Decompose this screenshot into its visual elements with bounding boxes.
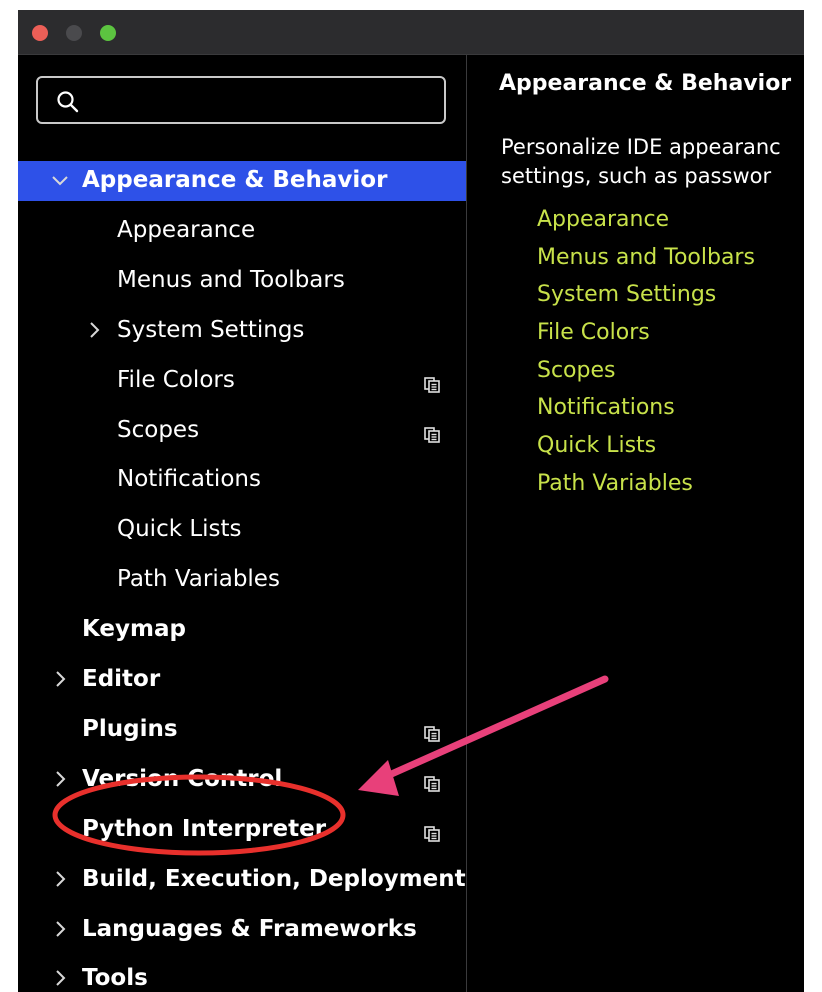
sidebar-item-scopes[interactable]: Scopes (18, 411, 466, 451)
minimize-button[interactable] (66, 25, 82, 41)
project-level-icon (424, 423, 440, 443)
project-level-icon (424, 722, 440, 742)
sidebar-item-appearance-and-behavior[interactable]: Appearance & Behavior (18, 161, 466, 201)
sidebar-item-label: Python Interpreter (82, 815, 327, 842)
page-title: Appearance & Behavior (499, 71, 792, 96)
content-link[interactable]: Quick Lists (537, 433, 755, 471)
zoom-button[interactable] (100, 25, 116, 41)
sidebar-item-label: Quick Lists (117, 516, 242, 543)
sidebar-item-label: Appearance & Behavior (82, 167, 388, 193)
sidebar-item-notifications[interactable]: Notifications (18, 460, 466, 500)
page-description: Personalize IDE appearanc settings, such… (501, 133, 781, 191)
content-panel: Appearance & Behavior Personalize IDE ap… (467, 55, 804, 992)
sidebar-item-label: Tools (82, 965, 148, 992)
sidebar-item-label: Path Variables (117, 566, 280, 593)
chevron-right-icon[interactable] (48, 966, 72, 990)
sidebar-item-build-execution-deployment[interactable]: Build, Execution, Deployment (18, 860, 466, 900)
sidebar-item-label: Appearance (117, 216, 256, 243)
sidebar-item-keymap[interactable]: Keymap (18, 610, 466, 650)
chevron-right-icon[interactable] (48, 767, 72, 791)
content-link[interactable]: Menus and Toolbars (537, 245, 755, 283)
content-link[interactable]: Scopes (537, 358, 755, 396)
chevron-right-icon[interactable] (48, 867, 72, 891)
close-button[interactable] (32, 25, 48, 41)
search-input[interactable] (90, 86, 434, 116)
sidebar-item-label: System Settings (117, 316, 305, 343)
chevron-down-icon[interactable] (48, 168, 72, 192)
chevron-right-icon[interactable] (82, 318, 106, 342)
project-level-icon (424, 772, 440, 792)
sidebar-item-label: Scopes (117, 416, 200, 443)
sidebar-item-label: Notifications (117, 466, 261, 493)
sidebar-item-label: File Colors (117, 366, 235, 393)
sidebar-item-file-colors[interactable]: File Colors (18, 361, 466, 401)
settings-sidebar: Appearance & Behavior Appearance Menus and… (18, 55, 466, 992)
sidebar-item-label: Version Control (82, 765, 283, 792)
sidebar-item-python-interpreter[interactable]: Python Interpreter (18, 810, 466, 850)
sidebar-item-menus-and-toolbars[interactable]: Menus and Toolbars (18, 261, 466, 301)
search-icon (57, 91, 79, 113)
content-link[interactable]: Appearance (537, 207, 755, 245)
sidebar-item-appearance[interactable]: Appearance (18, 211, 466, 251)
content-link[interactable]: Path Variables (537, 471, 755, 509)
sidebar-item-editor[interactable]: Editor (18, 660, 466, 700)
sidebar-item-languages-and-frameworks[interactable]: Languages & Frameworks (18, 910, 466, 950)
sidebar-item-system-settings[interactable]: System Settings (18, 311, 466, 351)
sidebar-item-version-control[interactable]: Version Control (18, 760, 466, 800)
search-box[interactable] (36, 76, 446, 124)
description-line: Personalize IDE appearanc (501, 135, 781, 159)
sidebar-item-label: Menus and Toolbars (117, 266, 345, 293)
sidebar-item-tools[interactable]: Tools (18, 959, 466, 992)
chevron-right-icon[interactable] (48, 667, 72, 691)
content-link[interactable]: System Settings (537, 282, 755, 320)
project-level-icon (424, 373, 440, 393)
subpage-links: Appearance Menus and Toolbars System Setti… (537, 207, 755, 509)
content-link[interactable]: Notifications (537, 395, 755, 433)
title-bar (18, 10, 804, 55)
settings-window: Appearance & Behavior Appearance Menus and… (18, 10, 804, 992)
sidebar-item-plugins[interactable]: Plugins (18, 710, 466, 750)
sidebar-item-quick-lists[interactable]: Quick Lists (18, 510, 466, 550)
sidebar-item-label: Plugins (82, 715, 178, 742)
chevron-right-icon[interactable] (48, 917, 72, 941)
sidebar-item-label: Keymap (82, 616, 186, 643)
sidebar-item-label: Editor (82, 666, 161, 692)
content-link[interactable]: File Colors (537, 320, 755, 358)
sidebar-item-path-variables[interactable]: Path Variables (18, 560, 466, 600)
sidebar-item-label: Languages & Frameworks (82, 915, 417, 942)
project-level-icon (424, 822, 440, 842)
description-line: settings, such as passwor (501, 164, 772, 188)
sidebar-item-label: Build, Execution, Deployment (82, 865, 466, 892)
